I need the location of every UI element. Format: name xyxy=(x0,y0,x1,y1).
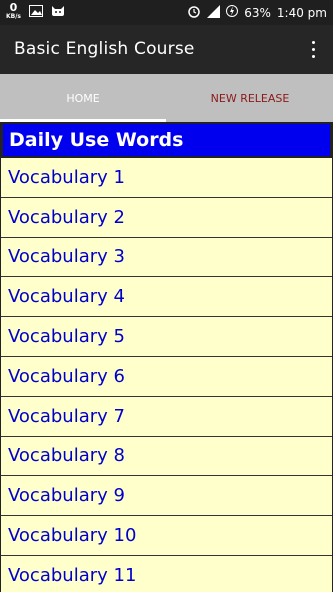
list-item-vocabulary-3[interactable]: Vocabulary 3 xyxy=(1,238,332,278)
status-bar: 0 KB/s 63% 1:40 pm xyxy=(0,0,333,25)
list-item-vocabulary-2[interactable]: Vocabulary 2 xyxy=(1,198,332,238)
network-speed-value: 0 xyxy=(9,0,18,14)
network-speed-unit: KB/s xyxy=(6,12,21,20)
list-item-vocabulary-10[interactable]: Vocabulary 10 xyxy=(1,516,332,556)
list-item-vocabulary-8[interactable]: Vocabulary 8 xyxy=(1,437,332,477)
battery-charging-icon xyxy=(226,4,239,21)
section-header: Daily Use Words xyxy=(1,122,332,158)
list-item-vocabulary-5[interactable]: Vocabulary 5 xyxy=(1,317,332,357)
signal-icon xyxy=(207,4,221,21)
cat-icon xyxy=(51,2,65,21)
overflow-menu-icon[interactable] xyxy=(303,37,323,61)
tab-new-release[interactable]: NEW RELEASE xyxy=(167,74,333,122)
list-item-vocabulary-6[interactable]: Vocabulary 6 xyxy=(1,357,332,397)
vocabulary-list: Daily Use Words Vocabulary 1 Vocabulary … xyxy=(0,122,333,592)
app-toolbar: Basic English Course xyxy=(0,25,333,74)
status-left: 0 KB/s xyxy=(6,2,65,21)
list-item-vocabulary-4[interactable]: Vocabulary 4 xyxy=(1,277,332,318)
list-item-vocabulary-1[interactable]: Vocabulary 1 xyxy=(1,158,332,198)
tab-home[interactable]: HOME xyxy=(0,74,166,122)
status-right: 63% 1:40 pm xyxy=(187,4,327,21)
app-title: Basic English Course xyxy=(14,39,195,59)
clock: 1:40 pm xyxy=(276,5,327,20)
alarm-icon xyxy=(187,4,201,21)
list-item-vocabulary-9[interactable]: Vocabulary 9 xyxy=(1,476,332,517)
battery-percent: 63% xyxy=(244,5,271,20)
gallery-icon xyxy=(29,2,43,21)
list-item-vocabulary-11[interactable]: Vocabulary 11 xyxy=(1,556,332,592)
network-speed: 0 KB/s xyxy=(6,0,21,21)
tab-bar: HOME NEW RELEASE xyxy=(0,74,333,122)
list-item-vocabulary-7[interactable]: Vocabulary 7 xyxy=(1,397,332,437)
